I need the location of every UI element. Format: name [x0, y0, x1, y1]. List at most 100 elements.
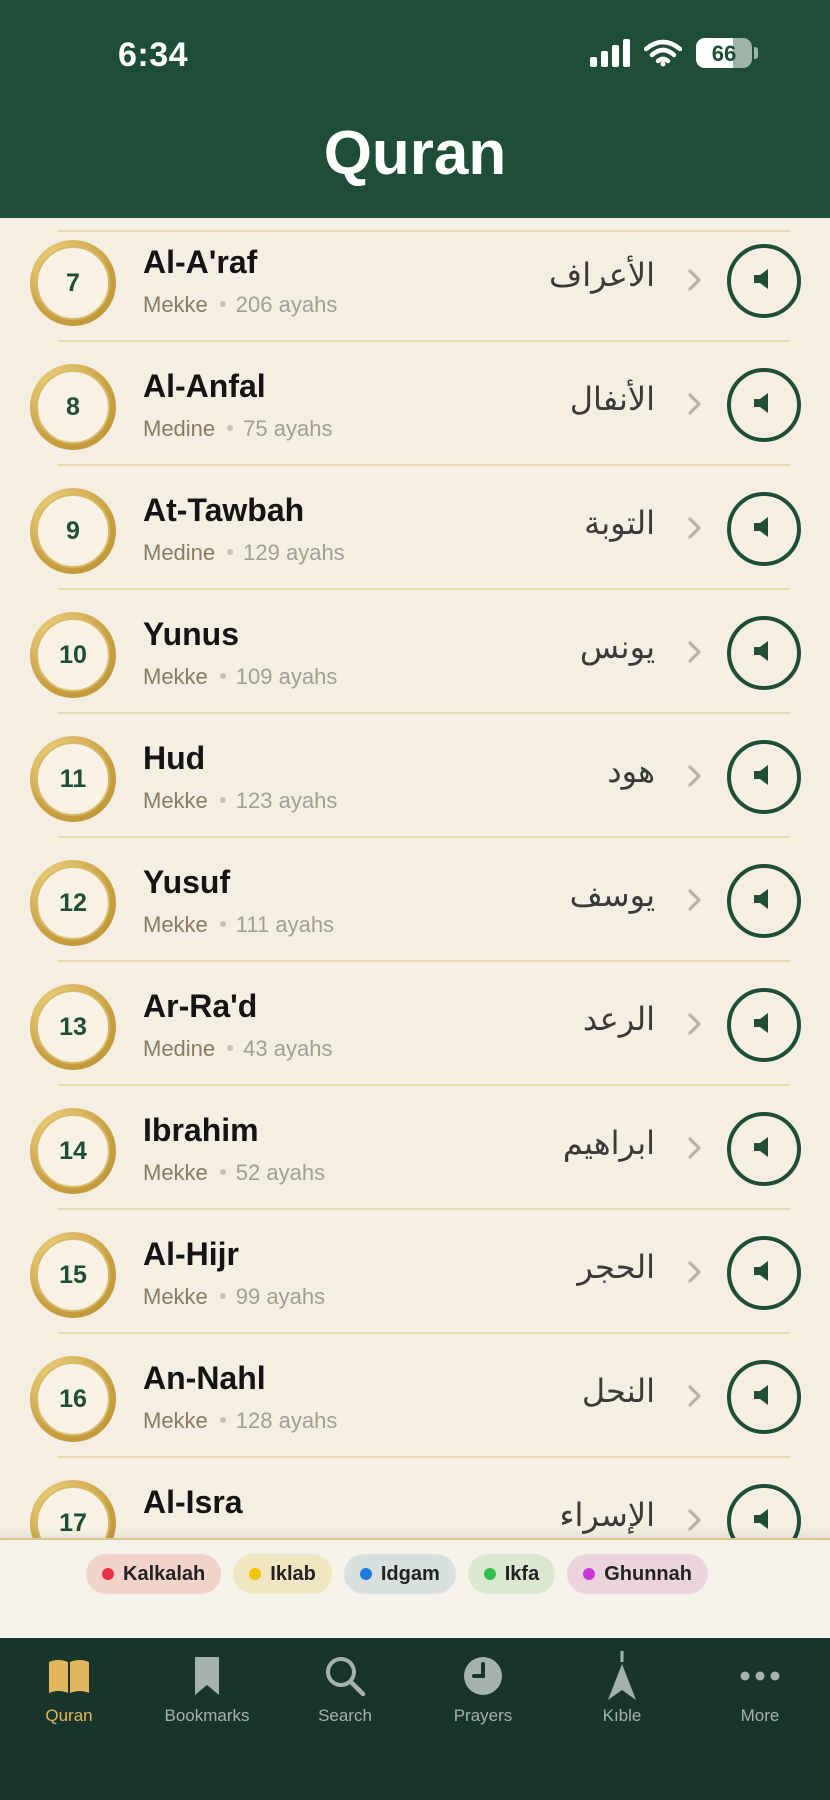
- surah-row[interactable]: 8 Al-Anfal Medine 75 ayahs الأنفال: [0, 342, 830, 466]
- tab-bar: Quran Bookmarks Search Prayers Kıble More: [0, 1638, 830, 1800]
- surah-meta: Mekke 206 ayahs: [143, 292, 337, 318]
- surah-row[interactable]: 16 An-Nahl Mekke 128 ayahs النحل: [0, 1334, 830, 1458]
- legend-pill: Kalkalah: [86, 1554, 222, 1594]
- surah-number-badge: 14: [30, 1108, 116, 1194]
- battery-tip: [754, 47, 758, 59]
- surah-number: 9: [36, 494, 110, 568]
- surah-arabic-name: الإسراء: [559, 1496, 655, 1534]
- battery-level: 66: [711, 41, 737, 66]
- surah-number-badge: 11: [30, 736, 116, 822]
- chevron-right-icon: [684, 638, 706, 666]
- surah-number: 15: [36, 1238, 110, 1312]
- bookmark-icon: [147, 1652, 267, 1700]
- tab-label: Bookmarks: [164, 1706, 250, 1725]
- separator-dot: [227, 425, 234, 432]
- surah-arabic-name: يونس: [579, 628, 655, 666]
- surah-row[interactable]: 10 Yunus Mekke 109 ayahs يونس: [0, 590, 830, 714]
- surah-ayah-count: 206 ayahs: [235, 292, 338, 317]
- play-audio-button[interactable]: [727, 988, 801, 1062]
- surah-revelation-place: Mekke: [143, 664, 208, 689]
- surah-list[interactable]: 7 Al-A'raf Mekke 206 ayahs الأعراف 8 Al-A…: [0, 218, 830, 1538]
- surah-number: 10: [36, 618, 110, 692]
- surah-number: 7: [36, 246, 110, 320]
- surah-row[interactable]: 15 Al-Hijr Mekke 99 ayahs الحجر: [0, 1210, 830, 1334]
- legend-pill: Ikfa: [467, 1554, 556, 1594]
- speaker-icon: [749, 884, 779, 919]
- surah-row[interactable]: 14 Ibrahim Mekke 52 ayahs ابراهيم: [0, 1086, 830, 1210]
- tab-search[interactable]: Search: [285, 1652, 405, 1726]
- surah-number: 8: [36, 370, 110, 444]
- separator-dot: [219, 921, 226, 928]
- surah-meta: Mekke 52 ayahs: [143, 1160, 325, 1186]
- separator-dot: [219, 797, 226, 804]
- play-audio-button[interactable]: [727, 368, 801, 442]
- surah-revelation-place: Mekke: [143, 912, 208, 937]
- search-icon: [285, 1652, 405, 1700]
- legend-label: Iklab: [270, 1562, 316, 1585]
- separator-dot: [219, 1169, 226, 1176]
- tab-more[interactable]: More: [700, 1652, 820, 1726]
- separator-dot: [219, 673, 226, 680]
- surah-number-badge: 10: [30, 612, 116, 698]
- legend-label: Ghunnah: [604, 1562, 692, 1585]
- surah-row[interactable]: 11 Hud Mekke 123 ayahs هود: [0, 714, 830, 838]
- surah-ayah-count: 129 ayahs: [243, 540, 345, 565]
- play-audio-button[interactable]: [727, 244, 801, 318]
- play-audio-button[interactable]: [727, 1360, 801, 1434]
- surah-revelation-place: Mekke: [143, 1408, 208, 1433]
- legend-color-dot: [359, 1568, 372, 1580]
- surah-number: 12: [36, 866, 110, 940]
- surah-name: An-Nahl: [143, 1360, 266, 1396]
- surah-row[interactable]: 12 Yusuf Mekke 111 ayahs يوسف: [0, 838, 830, 962]
- tab-quran[interactable]: Quran: [9, 1652, 129, 1726]
- surah-arabic-name: النحل: [581, 1372, 655, 1410]
- chevron-right-icon: [684, 390, 706, 418]
- page-title: Quran: [323, 119, 507, 188]
- surah-arabic-name: التوبة: [584, 504, 655, 542]
- status-time: 6:34: [118, 36, 189, 74]
- surah-meta: Mekke 111 ayahs: [143, 912, 334, 938]
- surah-name: Al-A'raf: [143, 244, 258, 280]
- play-audio-button[interactable]: [727, 1484, 801, 1538]
- surah-row[interactable]: 17 Al-Isra الإسراء: [0, 1458, 830, 1538]
- surah-ayah-count: 109 ayahs: [235, 664, 338, 689]
- surah-meta: Mekke 99 ayahs: [143, 1284, 325, 1310]
- speaker-icon: [749, 1008, 779, 1043]
- surah-number-badge: 8: [30, 364, 116, 450]
- separator-dot: [219, 1417, 226, 1424]
- wifi-icon: [644, 39, 682, 67]
- tab-prayers[interactable]: Prayers: [423, 1652, 543, 1726]
- play-audio-button[interactable]: [727, 1236, 801, 1310]
- surah-row[interactable]: 7 Al-A'raf Mekke 206 ayahs الأعراف: [0, 218, 830, 342]
- surah-row[interactable]: 13 Ar-Ra'd Medine 43 ayahs الرعد: [0, 962, 830, 1086]
- speaker-icon: [749, 1256, 779, 1291]
- chevron-right-icon: [684, 1258, 706, 1286]
- play-audio-button[interactable]: [727, 864, 801, 938]
- surah-row[interactable]: 9 At-Tawbah Medine 129 ayahs التوبة: [0, 466, 830, 590]
- surah-number-badge: 12: [30, 860, 116, 946]
- surah-number-badge: 15: [30, 1232, 116, 1318]
- surah-meta: Mekke 123 ayahs: [143, 788, 337, 814]
- play-audio-button[interactable]: [727, 616, 801, 690]
- surah-name: Yunus: [143, 616, 240, 652]
- chevron-right-icon: [684, 514, 706, 542]
- play-audio-button[interactable]: [727, 1112, 801, 1186]
- surah-arabic-name: يوسف: [569, 876, 655, 914]
- surah-revelation-place: Mekke: [143, 1284, 208, 1309]
- compass-icon: [562, 1651, 682, 1700]
- surah-revelation-place: Medine: [143, 1036, 216, 1061]
- tab-kble[interactable]: Kıble: [562, 1651, 682, 1726]
- surah-meta: Mekke 128 ayahs: [143, 1408, 337, 1434]
- tab-label: Prayers: [453, 1706, 513, 1725]
- surah-revelation-place: Medine: [143, 416, 216, 441]
- play-audio-button[interactable]: [727, 492, 801, 566]
- surah-ayah-count: 52 ayahs: [235, 1160, 326, 1185]
- surah-name: Yusuf: [143, 864, 231, 900]
- tab-bookmarks[interactable]: Bookmarks: [147, 1652, 267, 1726]
- app-screen: 6:34 66 Quran 7 Al-A'raf Mekke 206 ayahs…: [0, 0, 830, 1800]
- play-audio-button[interactable]: [727, 740, 801, 814]
- surah-arabic-name: الرعد: [582, 1000, 655, 1038]
- chevron-right-icon: [684, 1382, 706, 1410]
- tab-label: Search: [318, 1706, 372, 1725]
- legend-label: Kalkalah: [123, 1562, 206, 1585]
